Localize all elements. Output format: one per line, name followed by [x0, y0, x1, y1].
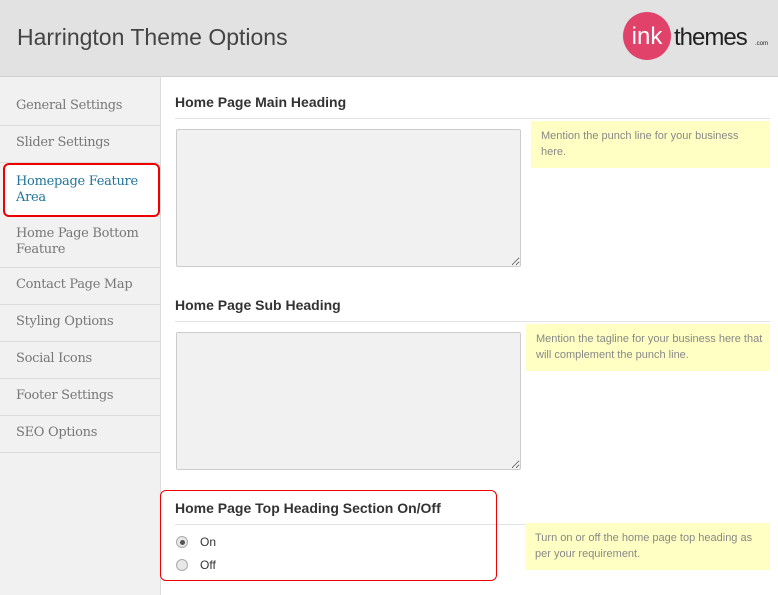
svg-text:themes: themes — [674, 24, 748, 51]
page-title: Harrington Theme Options — [17, 24, 288, 50]
sidebar-item-homepage-feature-area[interactable]: Homepage Feature Area — [3, 163, 160, 217]
svg-text:ink: ink — [632, 23, 664, 50]
sidebar-item-styling-options[interactable]: Styling Options — [0, 305, 160, 342]
sub-heading-textarea[interactable] — [176, 332, 521, 470]
sub-heading-label: Home Page Sub Heading — [175, 297, 770, 322]
sidebar-item-contact-page-map[interactable]: Contact Page Map — [0, 268, 160, 305]
top-heading-toggle-hint: Turn on or off the home page top heading… — [525, 523, 770, 570]
main-heading-textarea[interactable] — [176, 129, 521, 267]
sidebar-item-seo-options[interactable]: SEO Options — [0, 416, 160, 453]
sidebar-item-slider-settings[interactable]: Slider Settings — [0, 126, 160, 163]
sub-heading-hint: Mention the tagline for your business he… — [526, 324, 770, 371]
main-heading-label: Home Page Main Heading — [175, 94, 770, 119]
sidebar-item-footer-settings[interactable]: Footer Settings — [0, 379, 160, 416]
inkthemes-logo: ink themes .com — [623, 12, 768, 60]
highlight-box — [160, 490, 497, 581]
sidebar-item-social-icons[interactable]: Social Icons — [0, 342, 160, 379]
main-heading-hint: Mention the punch line for your business… — [531, 121, 770, 168]
sidebar-item-home-page-bottom-feature[interactable]: Home Page Bottom Feature — [0, 217, 160, 268]
header: Harrington Theme Options ink themes .com — [0, 0, 778, 77]
sidebar: General Settings Slider Settings Homepag… — [0, 77, 161, 595]
sidebar-item-general-settings[interactable]: General Settings — [0, 89, 160, 126]
svg-text:.com: .com — [755, 41, 768, 47]
